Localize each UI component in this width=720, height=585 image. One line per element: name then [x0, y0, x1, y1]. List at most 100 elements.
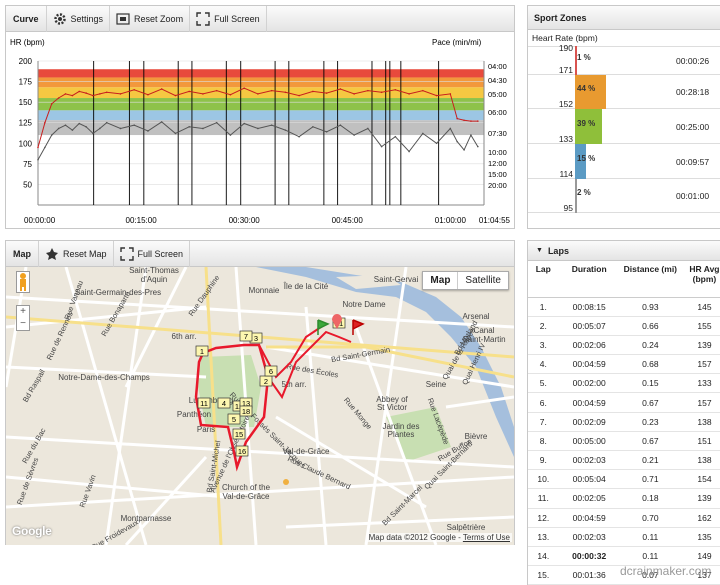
lap-marker: 2 — [259, 375, 273, 387]
zone-percent: 15 % — [577, 153, 596, 163]
lap-marker-label: 2 — [264, 377, 268, 386]
lap-cell: 0.71 — [619, 469, 681, 490]
lap-marker-label: 15 — [235, 430, 243, 439]
lap-cell: 00:05:04 — [558, 469, 620, 490]
lap-cell: 0.11 — [619, 527, 681, 547]
series-point-2 — [64, 124, 67, 126]
lap-marker-label: 1 — [200, 347, 204, 356]
hr-pace-chart[interactable]: HR (bpm) Pace (min/mi) 200 175 150 125 100 75 50… — [6, 33, 514, 229]
series-point-1 — [449, 93, 452, 95]
lap-cell: 10. — [528, 469, 559, 490]
series-point-2 — [463, 149, 465, 151]
lap-row[interactable]: 6. 00:04:59 0.67 157 — [528, 392, 720, 413]
lap-marker: 6 — [264, 365, 278, 377]
lap-cell: 0.66 — [619, 316, 681, 336]
lap-cell: 138 — [680, 412, 720, 432]
map-full-screen-label: Full Screen — [137, 248, 184, 259]
lap-row[interactable]: 4. 00:04:59 0.68 157 — [528, 354, 720, 375]
laps-column-header[interactable]: HR Avg (bpm) — [680, 261, 720, 298]
laps-column-header[interactable]: Lap — [528, 261, 559, 298]
lap-marker: 15 — [232, 428, 246, 440]
series-point-1 — [99, 93, 101, 95]
route-map[interactable]: Saint-Thomasd'Aquin Saint-Germain-des-Pre… — [6, 267, 514, 545]
collapse-triangle-icon[interactable]: ▼ — [536, 247, 543, 254]
series-point-1 — [367, 89, 369, 92]
gear-icon — [53, 12, 66, 25]
full-screen-label: Full Screen — [214, 13, 260, 24]
zoom-out-icon[interactable]: − — [17, 318, 29, 330]
lap-cell: 157 — [680, 354, 720, 375]
series-point-1 — [325, 92, 328, 94]
lap-marker-label: 3 — [254, 334, 258, 343]
lap-cell: 00:02:00 — [558, 373, 620, 394]
pace-axis-label: Pace (min/mi) — [432, 38, 482, 47]
lap-row[interactable]: 3. 00:02:06 0.24 139 — [528, 335, 720, 356]
zone-upper-bound: 190 — [558, 43, 573, 53]
lap-cell: 0.70 — [619, 508, 681, 528]
lap-row[interactable]: 5. 00:02:00 0.15 133 — [528, 373, 720, 394]
zone-lower-bound: 133 — [558, 134, 573, 144]
place-label: Plantes — [388, 430, 415, 439]
series-point-2 — [284, 129, 287, 131]
settings-label: Settings — [70, 13, 104, 24]
hr-tick-label: 50 — [23, 180, 32, 189]
place-label: Saint-Thomas — [129, 267, 179, 275]
pace-tick-label: 05:00 — [488, 90, 507, 99]
series-point-2 — [298, 135, 300, 138]
lap-row[interactable]: 8. 00:05:00 0.67 151 — [528, 431, 720, 452]
laps-column-header[interactable]: Distance (mi) — [619, 261, 681, 298]
lap-cell: 14. — [528, 546, 559, 567]
lap-row[interactable]: 14. 00:00:32 0.11 149 — [528, 546, 720, 567]
zone-time: 00:28:18 — [676, 87, 710, 97]
map-type-satellite-button[interactable]: Satellite — [458, 272, 508, 289]
map-type-map-button[interactable]: Map — [423, 272, 459, 289]
street-view-pegman-icon[interactable] — [16, 271, 30, 293]
lap-row[interactable]: 1. 00:08:15 0.93 145 — [528, 297, 720, 317]
series-point-1 — [50, 102, 53, 105]
zoom-in-icon[interactable]: + — [17, 306, 29, 318]
series-point-2 — [174, 132, 177, 135]
lap-cell: 145 — [680, 297, 720, 317]
lap-cell: 00:05:00 — [558, 431, 620, 452]
zone-time: 00:09:57 — [676, 156, 710, 167]
lap-cell: 0.67 — [619, 392, 681, 413]
lap-marker: 1 — [195, 345, 209, 357]
lap-marker: 4 — [217, 397, 231, 409]
series-point-1 — [174, 94, 177, 97]
series-point-2 — [477, 145, 479, 148]
reset-zoom-button[interactable]: Reset Zoom — [110, 5, 191, 32]
series-point-1 — [37, 146, 39, 149]
lap-row[interactable]: 11. 00:02:05 0.18 139 — [528, 488, 720, 509]
zoom-control[interactable]: + − — [16, 305, 30, 331]
lap-cell: 162 — [680, 508, 720, 528]
series-point-2 — [147, 130, 149, 132]
series-point-2 — [119, 127, 122, 130]
time-tick-label: 00:45:00 — [332, 216, 364, 225]
lap-row[interactable]: 10. 00:05:04 0.71 154 — [528, 469, 720, 490]
series-point-1 — [380, 91, 383, 94]
laps-header[interactable]: ▼ Laps — [528, 241, 720, 261]
reset-map-button[interactable]: Reset Map — [39, 240, 114, 267]
series-point-2 — [160, 121, 163, 123]
series-point-1 — [105, 91, 108, 94]
terms-of-use-link[interactable]: Terms of Use — [463, 533, 510, 542]
curve-full-screen-button[interactable]: Full Screen — [190, 5, 267, 32]
laps-column-header[interactable]: Duration — [558, 261, 620, 298]
series-point-1 — [312, 90, 314, 93]
lap-row[interactable]: 13. 00:02:03 0.11 135 — [528, 527, 720, 547]
lap-row[interactable]: 7. 00:02:09 0.23 138 — [528, 412, 720, 432]
lap-row[interactable]: 12. 00:04:59 0.70 162 — [528, 508, 720, 528]
place-label: St Victor — [377, 403, 407, 412]
settings-button[interactable]: Settings — [47, 5, 111, 32]
series-point-1 — [71, 94, 74, 97]
series-point-2 — [85, 126, 87, 128]
lap-row[interactable]: 9. 00:02:03 0.21 138 — [528, 450, 720, 471]
lap-cell: 00:02:09 — [558, 412, 620, 432]
lap-row[interactable]: 2. 00:05:07 0.66 155 — [528, 316, 720, 336]
lap-marker: 5 — [227, 413, 241, 425]
time-tick-label: 01:00:00 — [435, 216, 467, 225]
series-point-1 — [408, 93, 410, 95]
map-full-screen-button[interactable]: Full Screen — [114, 240, 191, 267]
pace-tick-label: 15:00 — [488, 170, 507, 179]
series-point-2 — [312, 126, 314, 128]
